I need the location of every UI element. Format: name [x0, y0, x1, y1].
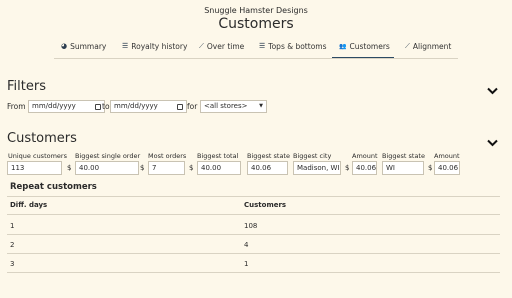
to-label: to: [102, 102, 110, 111]
tab-label: Royalty history: [131, 42, 188, 51]
repeat-customers-heading: Repeat customers: [10, 182, 97, 192]
table-divider: [7, 272, 500, 273]
from-date-input[interactable]: mm/dd/yyyy: [28, 100, 105, 113]
users-icon: 👥: [339, 43, 347, 50]
stat-label: Amount: [352, 152, 378, 160]
biggest-total-field[interactable]: 40.00: [197, 161, 241, 175]
tab-bar: ◕ Summary ☰ Royalty history ⟋ Over time …: [0, 40, 512, 59]
for-label: for: [187, 102, 198, 111]
tab-label: Alignment: [412, 42, 452, 51]
stat-label: Amount: [434, 152, 460, 160]
tab-divider: [54, 58, 458, 59]
most-orders-field[interactable]: 7: [148, 161, 185, 175]
customers-heading: Customers: [7, 131, 77, 146]
biggest-state-field[interactable]: WI: [382, 161, 424, 175]
stat-label: Biggest total: [197, 152, 239, 160]
table-cell: 4: [244, 241, 249, 249]
tab-royalty-history[interactable]: ☰ Royalty history: [122, 40, 187, 57]
stat-label: Biggest city: [293, 152, 332, 160]
line-chart-icon: ⟋: [199, 42, 204, 50]
column-header: Diff. days: [10, 201, 48, 209]
chevron-down-icon[interactable]: [487, 87, 498, 95]
table-cell: 2: [10, 241, 15, 249]
stat-label: Unique customers: [8, 152, 67, 160]
biggest-state-amount-field[interactable]: 40.06: [247, 161, 288, 175]
column-header: Customers: [244, 201, 287, 209]
table-cell: 1: [244, 260, 249, 268]
chevron-down-icon[interactable]: [487, 139, 498, 147]
to-date-input[interactable]: mm/dd/yyyy: [110, 100, 187, 113]
currency-symbol: $: [67, 164, 72, 172]
tab-label: Summary: [70, 42, 107, 51]
tab-summary[interactable]: ◕ Summary: [61, 40, 106, 57]
tab-label: Tops & bottoms: [268, 42, 327, 51]
unique-customers-field[interactable]: 113: [7, 161, 62, 175]
stat-label: Biggest state: [382, 152, 425, 160]
tab-label: Customers: [349, 42, 390, 51]
biggest-single-order-field[interactable]: 40.00: [75, 161, 139, 175]
table-divider: [7, 234, 500, 235]
brand-name: Snuggle Hamster Designs: [204, 6, 308, 15]
table-divider: [7, 253, 500, 254]
tab-customers[interactable]: 👥 Customers: [332, 40, 394, 59]
tab-label: Over time: [206, 42, 245, 51]
tab-alignment[interactable]: ⟋ Alignment: [405, 40, 451, 57]
stat-label: Most orders: [148, 152, 187, 160]
page-title: Customers: [218, 16, 294, 32]
chevron-down-icon: ▼: [259, 103, 263, 109]
table-divider: [7, 196, 500, 197]
table-divider: [7, 214, 500, 215]
currency-symbol: $: [428, 164, 433, 172]
pie-chart-icon: ◕: [61, 42, 68, 50]
store-select[interactable]: <all stores> ▼: [200, 100, 267, 113]
tab-over-time[interactable]: ⟋ Over time: [199, 40, 244, 57]
filters-heading: Filters: [7, 79, 46, 94]
table-cell: 1: [10, 222, 15, 230]
currency-symbol: $: [140, 164, 145, 172]
calendar-icon[interactable]: [177, 103, 183, 110]
stat-label: Biggest single order: [75, 152, 141, 160]
biggest-city-field[interactable]: Madison, WI: [293, 161, 341, 175]
calendar-icon[interactable]: [95, 103, 101, 110]
currency-symbol: $: [189, 164, 194, 172]
list-icon: ☰: [122, 42, 129, 50]
state-amount-field[interactable]: 40.06: [434, 161, 460, 175]
table-cell: 3: [10, 260, 15, 268]
from-label: From: [7, 102, 26, 111]
line-chart-icon: ⟋: [405, 42, 410, 50]
city-amount-field[interactable]: 40.06: [352, 161, 377, 175]
currency-symbol: $: [345, 164, 350, 172]
table-cell: 108: [244, 222, 258, 230]
tab-tops-bottoms[interactable]: ☰ Tops & bottoms: [259, 40, 327, 57]
list-icon: ☰: [259, 42, 266, 50]
stat-label: Biggest state: [247, 152, 290, 160]
